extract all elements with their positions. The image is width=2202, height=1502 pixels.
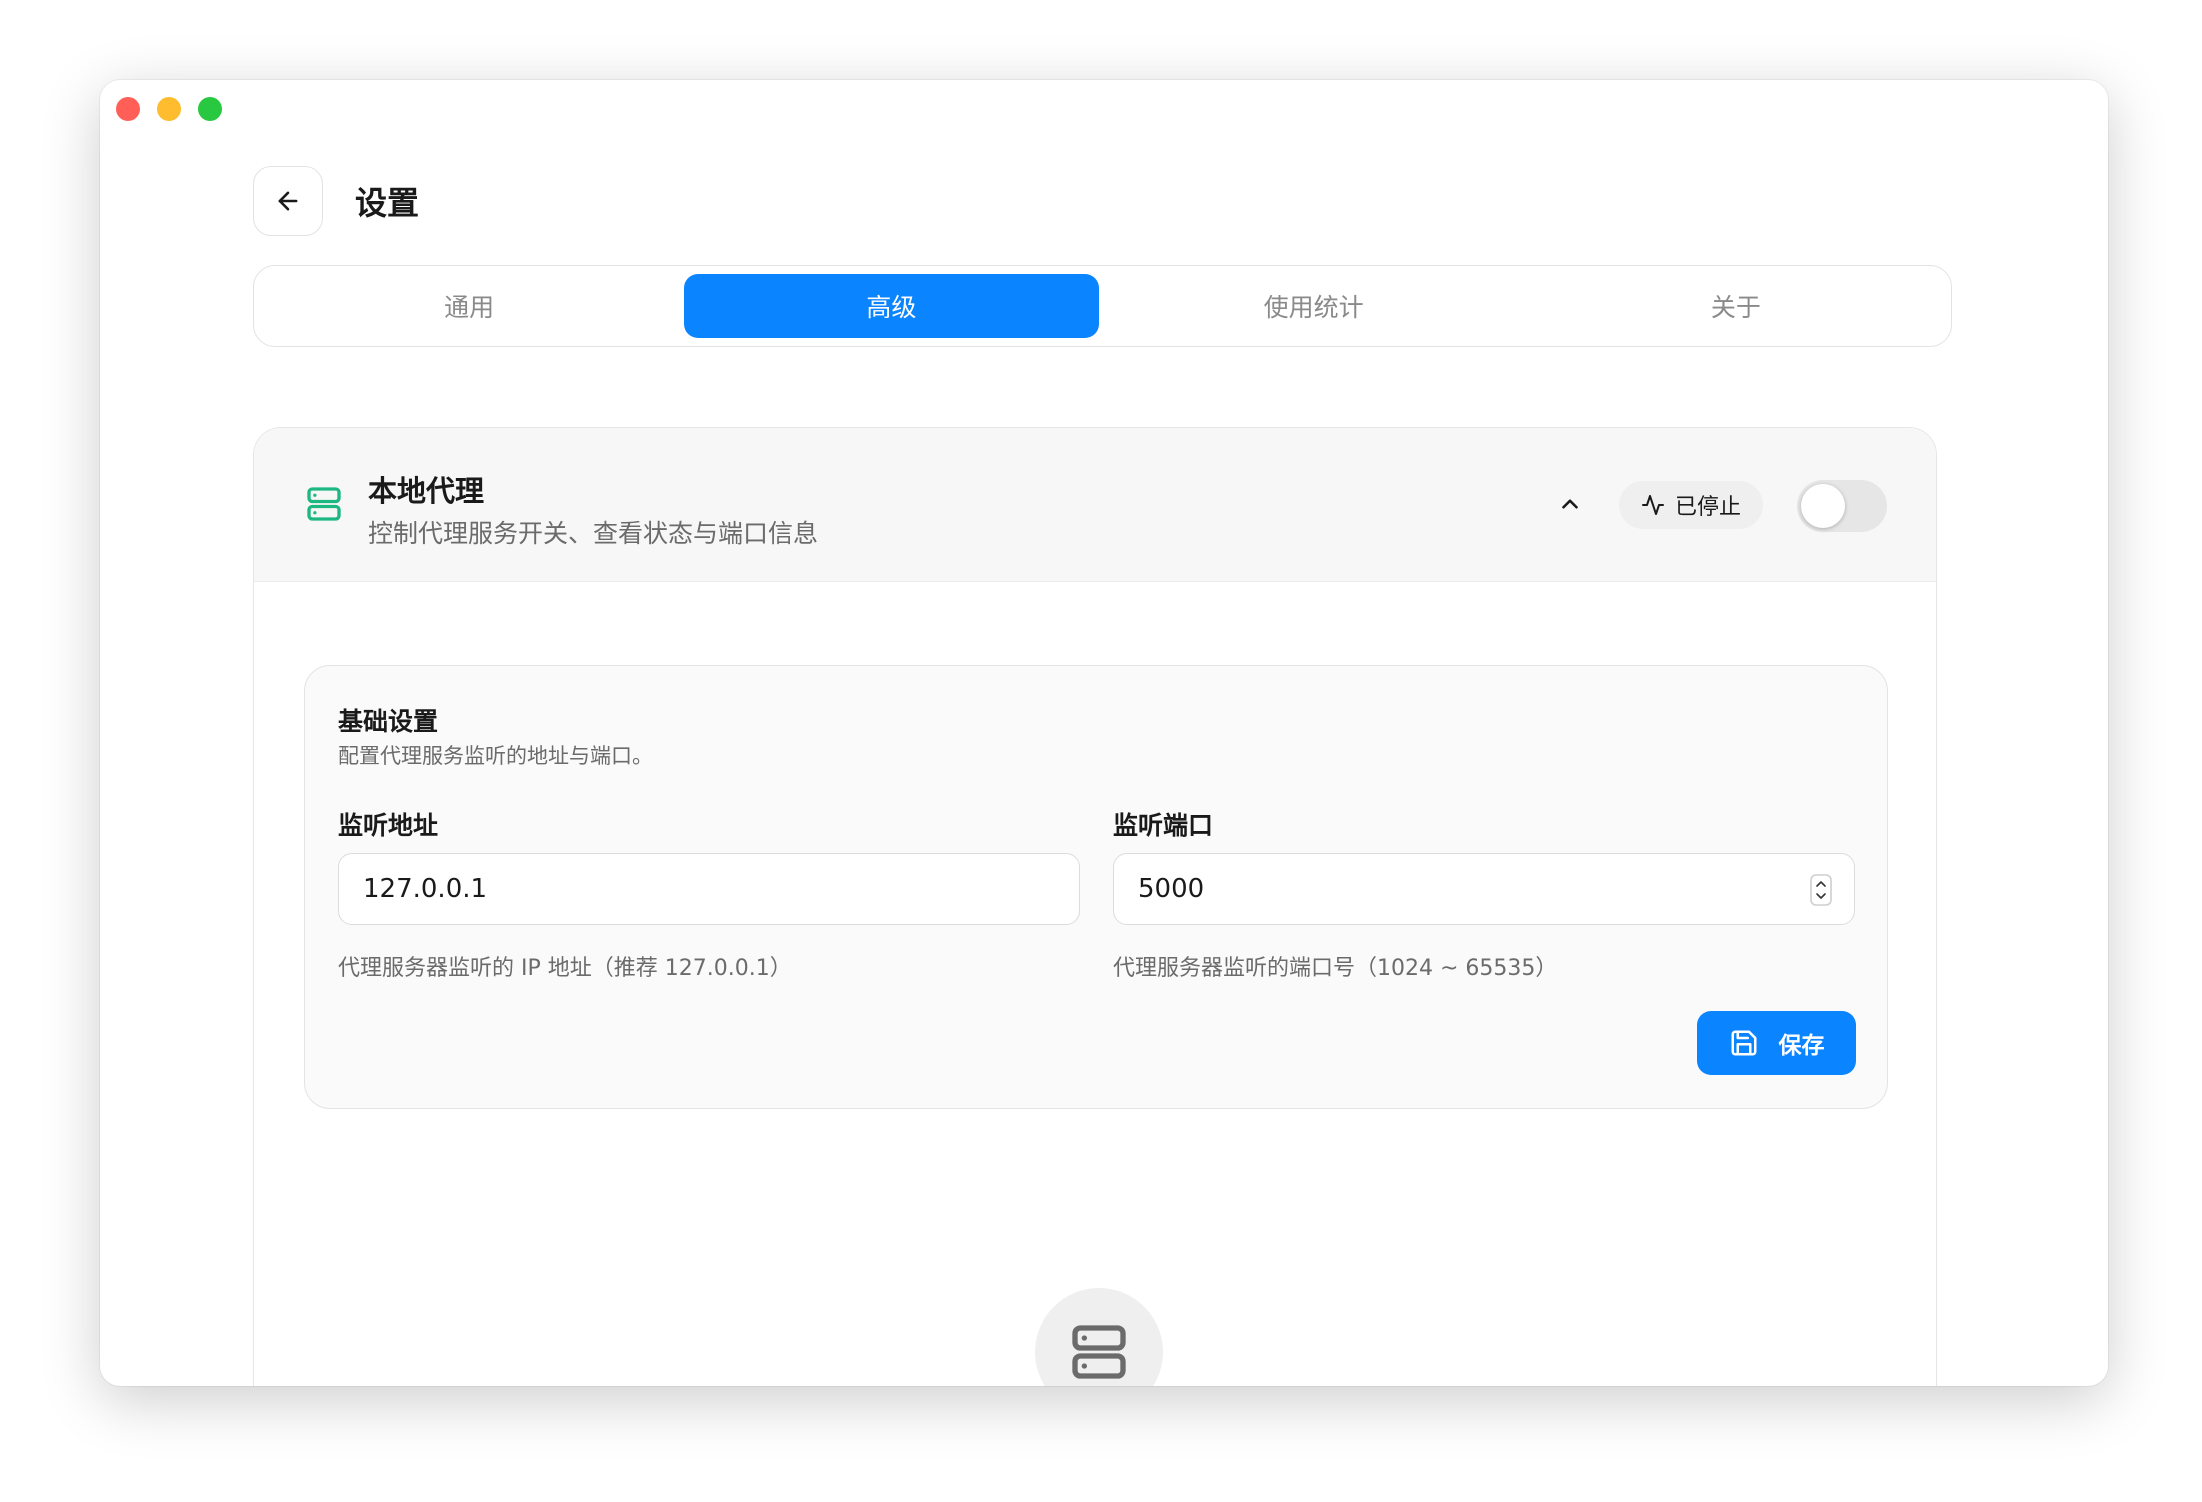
toggle-knob	[1801, 484, 1845, 528]
tab-advanced[interactable]: 高级	[684, 274, 1099, 338]
app-window: 设置 通用 高级 使用统计 关于 本地代理 控制代理服务开关、查看状态与端口信息	[100, 80, 2108, 1386]
page-header: 设置	[253, 165, 419, 237]
back-button[interactable]	[253, 166, 323, 236]
stepper-arrows-icon	[1810, 874, 1832, 906]
listen-address-input[interactable]: 127.0.0.1	[338, 853, 1080, 925]
window-controls	[116, 97, 222, 121]
settings-tabs: 通用 高级 使用统计 关于	[253, 265, 1952, 347]
local-proxy-description: 控制代理服务开关、查看状态与端口信息	[368, 519, 819, 548]
save-button-label: 保存	[1778, 1033, 1825, 1059]
listen-address-value: 127.0.0.1	[363, 874, 488, 904]
local-proxy-card: 本地代理 控制代理服务开关、查看状态与端口信息 已停止 基础设置 配置代理服务监…	[253, 427, 1937, 1386]
collapse-button[interactable]	[1554, 488, 1586, 520]
zoom-window-button[interactable]	[198, 97, 222, 121]
save-button[interactable]: 保存	[1697, 1011, 1856, 1075]
listen-port-value: 5000	[1138, 874, 1205, 904]
arrow-left-icon	[278, 191, 298, 211]
basic-settings-section: 基础设置 配置代理服务监听的地址与端口。 监听地址 127.0.0.1 代理服务…	[304, 665, 1888, 1109]
status-text: 已停止	[1675, 495, 1742, 520]
listen-port-label: 监听端口	[1113, 811, 1214, 840]
close-window-button[interactable]	[116, 97, 140, 121]
status-badge: 已停止	[1619, 481, 1764, 529]
save-icon	[1731, 1030, 1756, 1056]
listen-address-label: 监听地址	[338, 811, 439, 840]
local-proxy-header[interactable]: 本地代理 控制代理服务开关、查看状态与端口信息 已停止	[254, 428, 1936, 582]
listen-port-input[interactable]: 5000	[1113, 853, 1855, 925]
tab-about[interactable]: 关于	[1529, 274, 1943, 338]
port-stepper[interactable]	[1810, 874, 1832, 906]
local-proxy-title: 本地代理	[368, 474, 485, 508]
tab-general[interactable]: 通用	[262, 274, 676, 338]
basic-settings-title: 基础设置	[338, 707, 439, 736]
listen-port-help: 代理服务器监听的端口号（1024 ~ 65535）	[1113, 956, 1558, 981]
server-icon	[1072, 1325, 1126, 1379]
minimize-window-button[interactable]	[157, 97, 181, 121]
basic-settings-description: 配置代理服务监听的地址与端口。	[338, 744, 653, 768]
activity-icon	[1642, 495, 1664, 515]
listen-address-help: 代理服务器监听的 IP 地址（推荐 127.0.0.1）	[338, 956, 792, 981]
tab-usage-stats[interactable]: 使用统计	[1107, 274, 1521, 338]
chevron-up-icon	[1562, 499, 1578, 509]
page-title: 设置	[355, 184, 420, 222]
server-icon	[304, 484, 344, 528]
empty-state-illustration	[1035, 1288, 1163, 1386]
proxy-enable-toggle[interactable]	[1797, 480, 1887, 532]
